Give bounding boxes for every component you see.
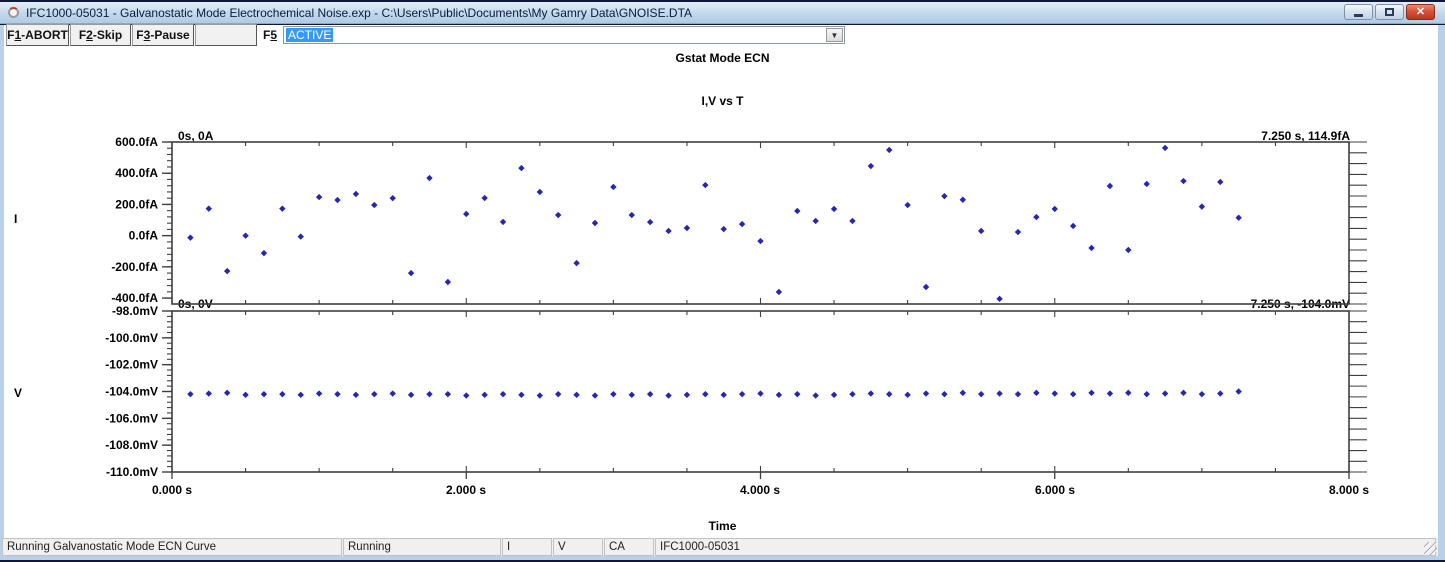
status-cell-mode: CA <box>604 538 654 556</box>
current-start-annotation: 0s, 0A <box>178 129 213 143</box>
minimize-icon <box>1354 14 1363 17</box>
button-label: -Skip <box>93 28 122 42</box>
x-axis-title: Time <box>0 519 1445 533</box>
window-controls: ✕ <box>1344 4 1435 20</box>
application-window: IFC1000-05031 - Galvanostatic Mode Elect… <box>0 0 1445 562</box>
button-label: F <box>136 28 143 42</box>
status-instrument-id: IFC1000-05031 <box>655 538 1436 556</box>
status-current-indicator: I <box>502 538 552 556</box>
x-tick-label: 8.000 s <box>1304 483 1394 497</box>
status-state: Running <box>343 538 501 556</box>
f1-abort-button[interactable]: F1-ABORT <box>6 24 69 46</box>
x-tick-label: 4.000 s <box>715 483 805 497</box>
close-icon: ✕ <box>1416 5 1425 19</box>
status-bar: Running Galvanostatic Mode ECN Curve Run… <box>2 538 1438 556</box>
status-voltage-indicator: V <box>553 538 603 556</box>
app-icon <box>8 7 19 18</box>
y-axis-label-current: I <box>14 212 17 226</box>
blank-toolbar-button[interactable] <box>195 24 257 46</box>
window-title: IFC1000-05031 - Galvanostatic Mode Elect… <box>26 6 692 20</box>
f5-accesskey: 5 <box>270 28 277 42</box>
current-latest-annotation: 7.250 s, 114.9fA <box>1261 129 1350 143</box>
button-label: -Pause <box>150 28 189 42</box>
maximize-icon <box>1385 8 1394 16</box>
x-tick-label: 6.000 s <box>1010 483 1100 497</box>
voltage-latest-annotation: 7.250 s, -104.0mV <box>1251 297 1350 311</box>
combobox-dropdown-button[interactable]: ▼ <box>826 28 843 42</box>
resize-grip[interactable] <box>1424 542 1437 555</box>
button-accesskey: 2 <box>86 28 93 42</box>
chart-subtitle: I,V vs T <box>0 94 1445 108</box>
x-tick-label: 0.000 s <box>127 483 217 497</box>
f3-pause-button[interactable]: F3-Pause <box>132 24 194 46</box>
chart-title: Gstat Mode ECN <box>0 51 1445 65</box>
y-axis-label-voltage: V <box>14 386 22 400</box>
button-label: -ABORT <box>21 28 68 42</box>
combobox-selected-value: ACTIVE <box>286 28 333 42</box>
maximize-button[interactable] <box>1375 4 1404 20</box>
chevron-down-icon: ▼ <box>831 31 839 40</box>
x-tick-label: 2.000 s <box>421 483 511 497</box>
minimize-button[interactable] <box>1344 4 1373 20</box>
f5-status-combobox[interactable]: ACTIVE ▼ <box>283 26 845 44</box>
status-message: Running Galvanostatic Mode ECN Curve <box>2 538 342 556</box>
voltage-start-annotation: 0s, 0V <box>178 297 213 311</box>
f2-skip-button[interactable]: F2-Skip <box>70 24 131 46</box>
f5-label: F5 <box>263 28 277 42</box>
close-button[interactable]: ✕ <box>1406 4 1435 20</box>
title-bar[interactable]: IFC1000-05031 - Galvanostatic Mode Elect… <box>0 2 1445 24</box>
